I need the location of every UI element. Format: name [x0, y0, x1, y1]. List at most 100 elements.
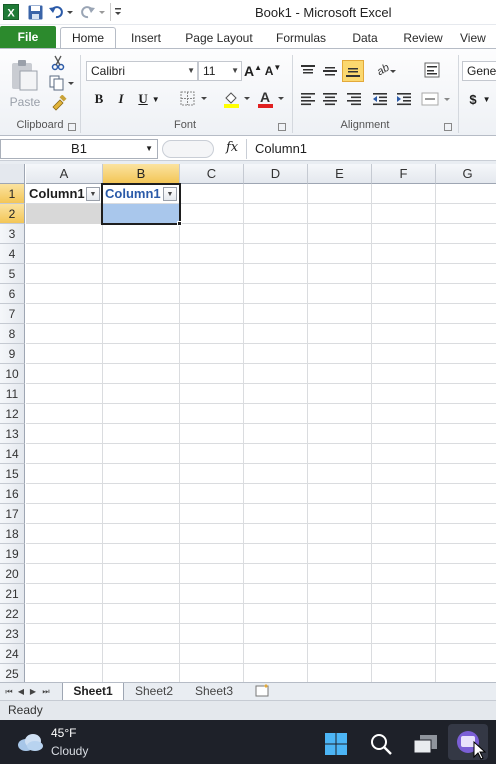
tab-view[interactable]: View: [460, 29, 496, 49]
grid-cell[interactable]: [308, 184, 372, 204]
filter-dropdown-icon[interactable]: ▼: [86, 187, 100, 201]
borders-button[interactable]: [178, 89, 210, 109]
grid-cell[interactable]: [26, 584, 103, 604]
grid-cell[interactable]: [103, 424, 180, 444]
tab-file[interactable]: File: [0, 26, 56, 49]
grid-cell[interactable]: [436, 484, 496, 504]
grid-cell[interactable]: [244, 564, 308, 584]
grid-cell[interactable]: [180, 224, 244, 244]
row-header-18[interactable]: 18: [0, 524, 25, 544]
format-painter-icon[interactable]: [50, 95, 68, 111]
grid-cell[interactable]: [180, 184, 244, 204]
grid-cell[interactable]: [308, 364, 372, 384]
grid-cell[interactable]: [180, 484, 244, 504]
grid-cell[interactable]: [372, 204, 436, 224]
grid-cell[interactable]: [244, 484, 308, 504]
grid-cell[interactable]: [244, 604, 308, 624]
tab-formulas[interactable]: Formulas: [268, 29, 334, 49]
row-header-22[interactable]: 22: [0, 604, 25, 624]
grid-cell[interactable]: [308, 384, 372, 404]
sheet-tab-sheet3[interactable]: Sheet3: [186, 683, 242, 700]
grid-cell[interactable]: [436, 584, 496, 604]
grid-cell[interactable]: [103, 444, 180, 464]
grid-cell[interactable]: [26, 664, 103, 682]
wrap-text-button[interactable]: [420, 59, 444, 81]
row-header-25[interactable]: 25: [0, 664, 25, 682]
grid-cell[interactable]: [372, 364, 436, 384]
grid-cell[interactable]: [372, 344, 436, 364]
font-launcher-icon[interactable]: [278, 123, 286, 131]
grid-cell[interactable]: [372, 424, 436, 444]
grid-cell[interactable]: [308, 404, 372, 424]
column-header-g[interactable]: G: [436, 164, 496, 184]
grid-cell[interactable]: [436, 384, 496, 404]
grid-cell[interactable]: [308, 264, 372, 284]
grid-cell[interactable]: [308, 344, 372, 364]
prev-sheet-icon[interactable]: ◀: [16, 683, 26, 700]
grid-cell[interactable]: [436, 424, 496, 444]
grid-cell[interactable]: [103, 464, 180, 484]
grid-cell[interactable]: [180, 424, 244, 444]
grid-cell[interactable]: [244, 384, 308, 404]
grid-cell[interactable]: [308, 244, 372, 264]
grid-cell[interactable]: [372, 264, 436, 284]
grid-cell[interactable]: [103, 664, 180, 682]
grid-cell[interactable]: [244, 264, 308, 284]
grid-cell[interactable]: [180, 384, 244, 404]
grid-cell[interactable]: [103, 504, 180, 524]
grid-cell[interactable]: [372, 324, 436, 344]
grid-cell[interactable]: [103, 224, 180, 244]
grid-cell[interactable]: [180, 304, 244, 324]
grid-cell[interactable]: [436, 284, 496, 304]
tab-insert[interactable]: Insert: [122, 29, 170, 49]
grid-cell[interactable]: [103, 244, 180, 264]
grid-cell[interactable]: [372, 284, 436, 304]
grid-cell[interactable]: [26, 444, 103, 464]
sheet-tab-sheet2[interactable]: Sheet2: [126, 683, 182, 700]
tab-data[interactable]: Data: [342, 29, 388, 49]
grid-cell[interactable]: [180, 404, 244, 424]
grid-cell[interactable]: [103, 384, 180, 404]
alignment-launcher-icon[interactable]: [444, 123, 452, 131]
grid-cell[interactable]: [26, 404, 103, 424]
grid-cell[interactable]: [436, 344, 496, 364]
grid-cell[interactable]: [180, 624, 244, 644]
grid-cell[interactable]: [436, 224, 496, 244]
grid-cell[interactable]: [244, 444, 308, 464]
grid-cell[interactable]: [244, 184, 308, 204]
grid-cell[interactable]: [372, 564, 436, 584]
grid-cell[interactable]: [308, 464, 372, 484]
orientation-button[interactable]: ab: [370, 61, 398, 81]
grid-cell[interactable]: [372, 484, 436, 504]
grid-cell[interactable]: [372, 444, 436, 464]
select-all-corner[interactable]: [0, 164, 25, 184]
align-left-button[interactable]: [298, 89, 318, 109]
grid-cell[interactable]: [26, 464, 103, 484]
grid-cell[interactable]: [103, 584, 180, 604]
grid-cell[interactable]: [180, 584, 244, 604]
grid-cell[interactable]: [436, 304, 496, 324]
grid-cell[interactable]: [372, 644, 436, 664]
formula-input[interactable]: Column1: [246, 139, 496, 159]
grid-cell[interactable]: [26, 284, 103, 304]
row-header-1[interactable]: 1: [0, 184, 25, 204]
row-header-12[interactable]: 12: [0, 404, 25, 424]
column-header-d[interactable]: D: [244, 164, 308, 184]
grid-cell[interactable]: [180, 204, 244, 224]
grid-cell[interactable]: [244, 244, 308, 264]
bottom-align-button[interactable]: [342, 60, 364, 82]
grid-cell[interactable]: [244, 664, 308, 682]
grid-cell[interactable]: [180, 344, 244, 364]
grid-cell[interactable]: [103, 344, 180, 364]
fill-color-button[interactable]: [222, 89, 252, 109]
grid-cell[interactable]: [180, 284, 244, 304]
grid-cell[interactable]: [180, 644, 244, 664]
grid-cell[interactable]: [26, 484, 103, 504]
sheet-tab-sheet1[interactable]: Sheet1: [62, 683, 124, 700]
cut-icon[interactable]: [50, 55, 66, 71]
grid-cell[interactable]: [244, 284, 308, 304]
grid-cell[interactable]: [244, 404, 308, 424]
row-header-6[interactable]: 6: [0, 284, 25, 304]
grid-cell[interactable]: [180, 324, 244, 344]
grid-cell[interactable]: [436, 264, 496, 284]
